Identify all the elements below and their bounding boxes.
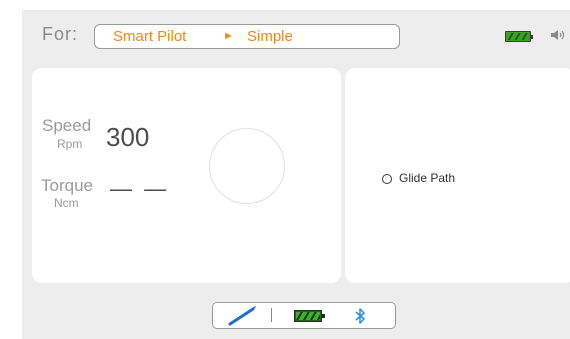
mode-primary-label: Smart Pilot bbox=[113, 28, 187, 45]
device-screen: For: Smart Pilot ► Simple Speed Rpm 300 … bbox=[22, 10, 570, 339]
mode-arrow-icon: ► bbox=[223, 30, 234, 42]
speed-label: Speed bbox=[42, 116, 92, 135]
battery-icon bbox=[294, 310, 325, 322]
speed-unit: Rpm bbox=[57, 137, 83, 151]
bluetooth-icon bbox=[355, 308, 365, 324]
glide-path-label[interactable]: Glide Path bbox=[399, 171, 455, 185]
speaker-icon[interactable] bbox=[550, 28, 566, 42]
progress-dial bbox=[209, 128, 285, 204]
torque-unit: Ncm bbox=[54, 196, 79, 210]
for-label: For: bbox=[42, 24, 79, 44]
mode-selector[interactable]: Smart Pilot ► Simple bbox=[94, 24, 400, 49]
speed-value: 300 bbox=[106, 122, 150, 152]
torque-value: — — bbox=[110, 176, 170, 201]
battery-full-icon bbox=[505, 31, 533, 42]
status-bar bbox=[212, 302, 396, 329]
handpiece-icon bbox=[228, 306, 256, 326]
divider bbox=[271, 308, 272, 322]
readout-panel: Speed Rpm 300 Torque Ncm — — bbox=[32, 68, 341, 283]
torque-label: Torque bbox=[41, 176, 93, 195]
mode-secondary-label: Simple bbox=[247, 28, 293, 45]
options-panel: Glide Path bbox=[345, 68, 570, 283]
glide-path-radio[interactable] bbox=[382, 174, 392, 184]
